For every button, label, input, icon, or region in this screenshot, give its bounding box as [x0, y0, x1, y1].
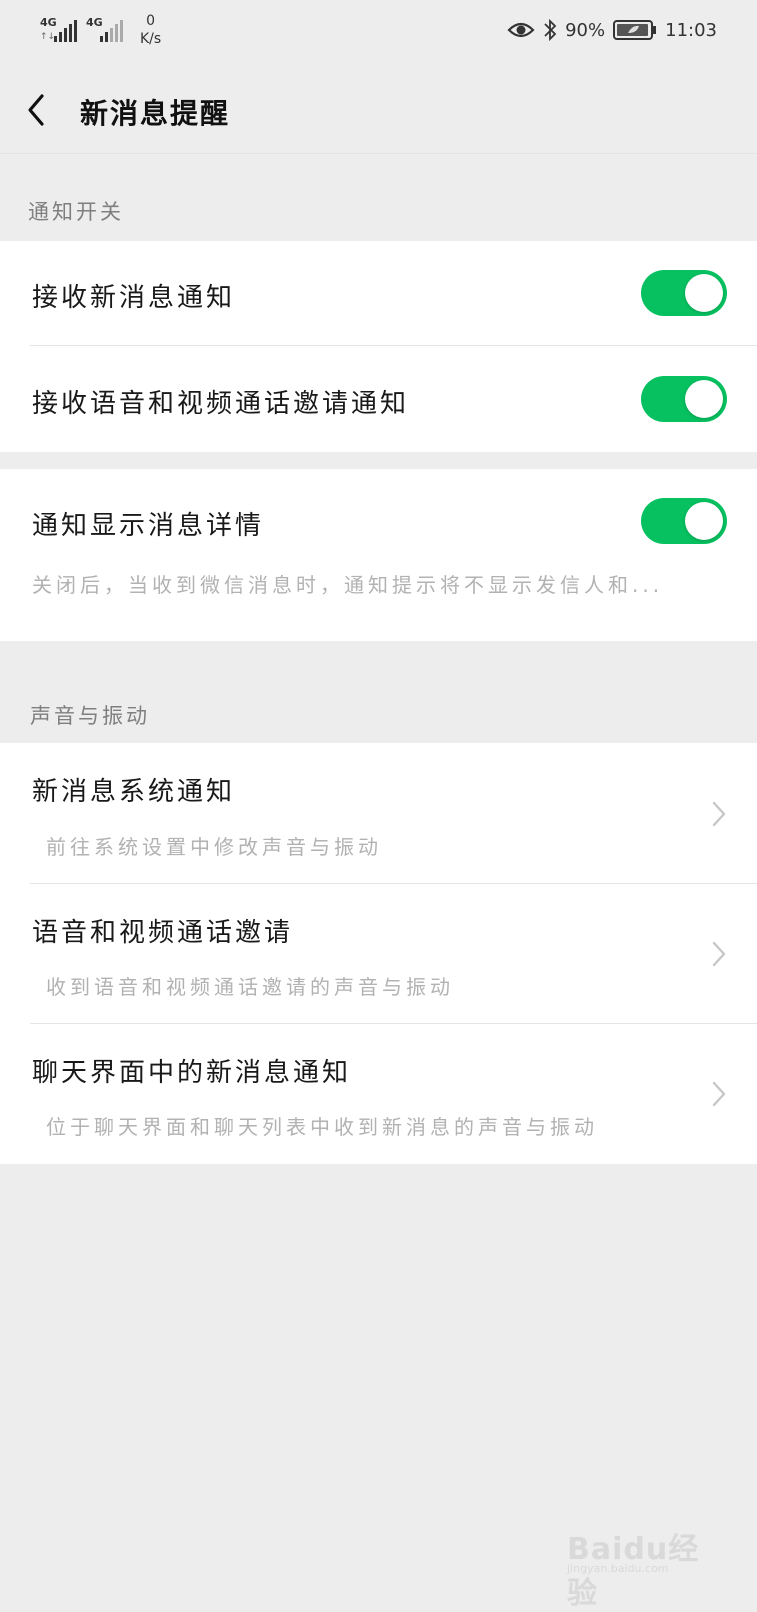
chevron-left-icon[interactable] [22, 88, 52, 132]
receive-call-invite-toggle[interactable] [641, 376, 727, 422]
row-title: 新消息系统通知 [32, 771, 235, 808]
chevron-right-icon [711, 1080, 727, 1108]
page-title: 新消息提醒 [80, 92, 230, 132]
signal-bars-icon [100, 18, 126, 42]
network-speed: 0 K/s [140, 12, 161, 48]
chevron-right-icon [711, 800, 727, 828]
sound-vibration-group: 新消息系统通知 前往系统设置中修改声音与振动 语音和视频通话邀请 收到语音和视频… [0, 743, 757, 1164]
battery-percent: 90% [565, 20, 605, 41]
signal-bars-icon [54, 18, 80, 42]
row-system-notification[interactable]: 新消息系统通知 前往系统设置中修改声音与振动 [0, 743, 757, 884]
row-show-message-detail[interactable]: 通知显示消息详情 关闭后，当收到微信消息时，通知提示将不显示发信人和... [0, 469, 757, 641]
eye-icon [507, 20, 535, 40]
row-subtitle: 位于聊天界面和聊天列表中收到新消息的声音与振动 [46, 1111, 598, 1140]
receive-new-message-toggle[interactable] [641, 270, 727, 316]
row-chat-notification[interactable]: 聊天界面中的新消息通知 位于聊天界面和聊天列表中收到新消息的声音与振动 [0, 1024, 757, 1164]
row-title: 接收语音和视频通话邀请通知 [32, 383, 409, 420]
battery-icon [613, 19, 657, 41]
section-header-sound-vibration: 声音与振动 [30, 700, 150, 730]
row-subtitle: 关闭后，当收到微信消息时，通知提示将不显示发信人和... [32, 569, 663, 598]
row-title: 接收新消息通知 [32, 277, 235, 314]
message-detail-group: 通知显示消息详情 关闭后，当收到微信消息时，通知提示将不显示发信人和... [0, 469, 757, 641]
status-bar: 4G ↑↓ 4G 0 K/s 90% [0, 0, 757, 66]
row-subtitle: 前往系统设置中修改声音与振动 [46, 831, 382, 860]
signal-strength-sim2: 4G [86, 12, 128, 46]
notification-switch-group: 接收新消息通知 接收语音和视频通话邀请通知 [0, 241, 757, 452]
row-title: 通知显示消息详情 [32, 505, 264, 542]
navigation-bar: 新消息提醒 [0, 66, 757, 154]
show-message-detail-toggle[interactable] [641, 498, 727, 544]
row-subtitle: 收到语音和视频通话邀请的声音与振动 [46, 971, 454, 1000]
row-call-invite-sound[interactable]: 语音和视频通话邀请 收到语音和视频通话邀请的声音与振动 [0, 884, 757, 1024]
chevron-right-icon [711, 940, 727, 968]
clock: 11:03 [665, 20, 717, 41]
row-receive-new-message[interactable]: 接收新消息通知 [0, 241, 757, 346]
section-header-notification-switch: 通知开关 [28, 196, 124, 226]
baidu-watermark: Baidu经验 jingyan.baidu.com [567, 1520, 717, 1580]
row-receive-call-invite[interactable]: 接收语音和视频通话邀请通知 [0, 346, 757, 452]
row-title: 语音和视频通话邀请 [32, 912, 293, 949]
signal-strength-sim1: 4G ↑↓ [40, 12, 82, 46]
row-title: 聊天界面中的新消息通知 [32, 1052, 351, 1089]
bluetooth-icon [543, 18, 557, 42]
